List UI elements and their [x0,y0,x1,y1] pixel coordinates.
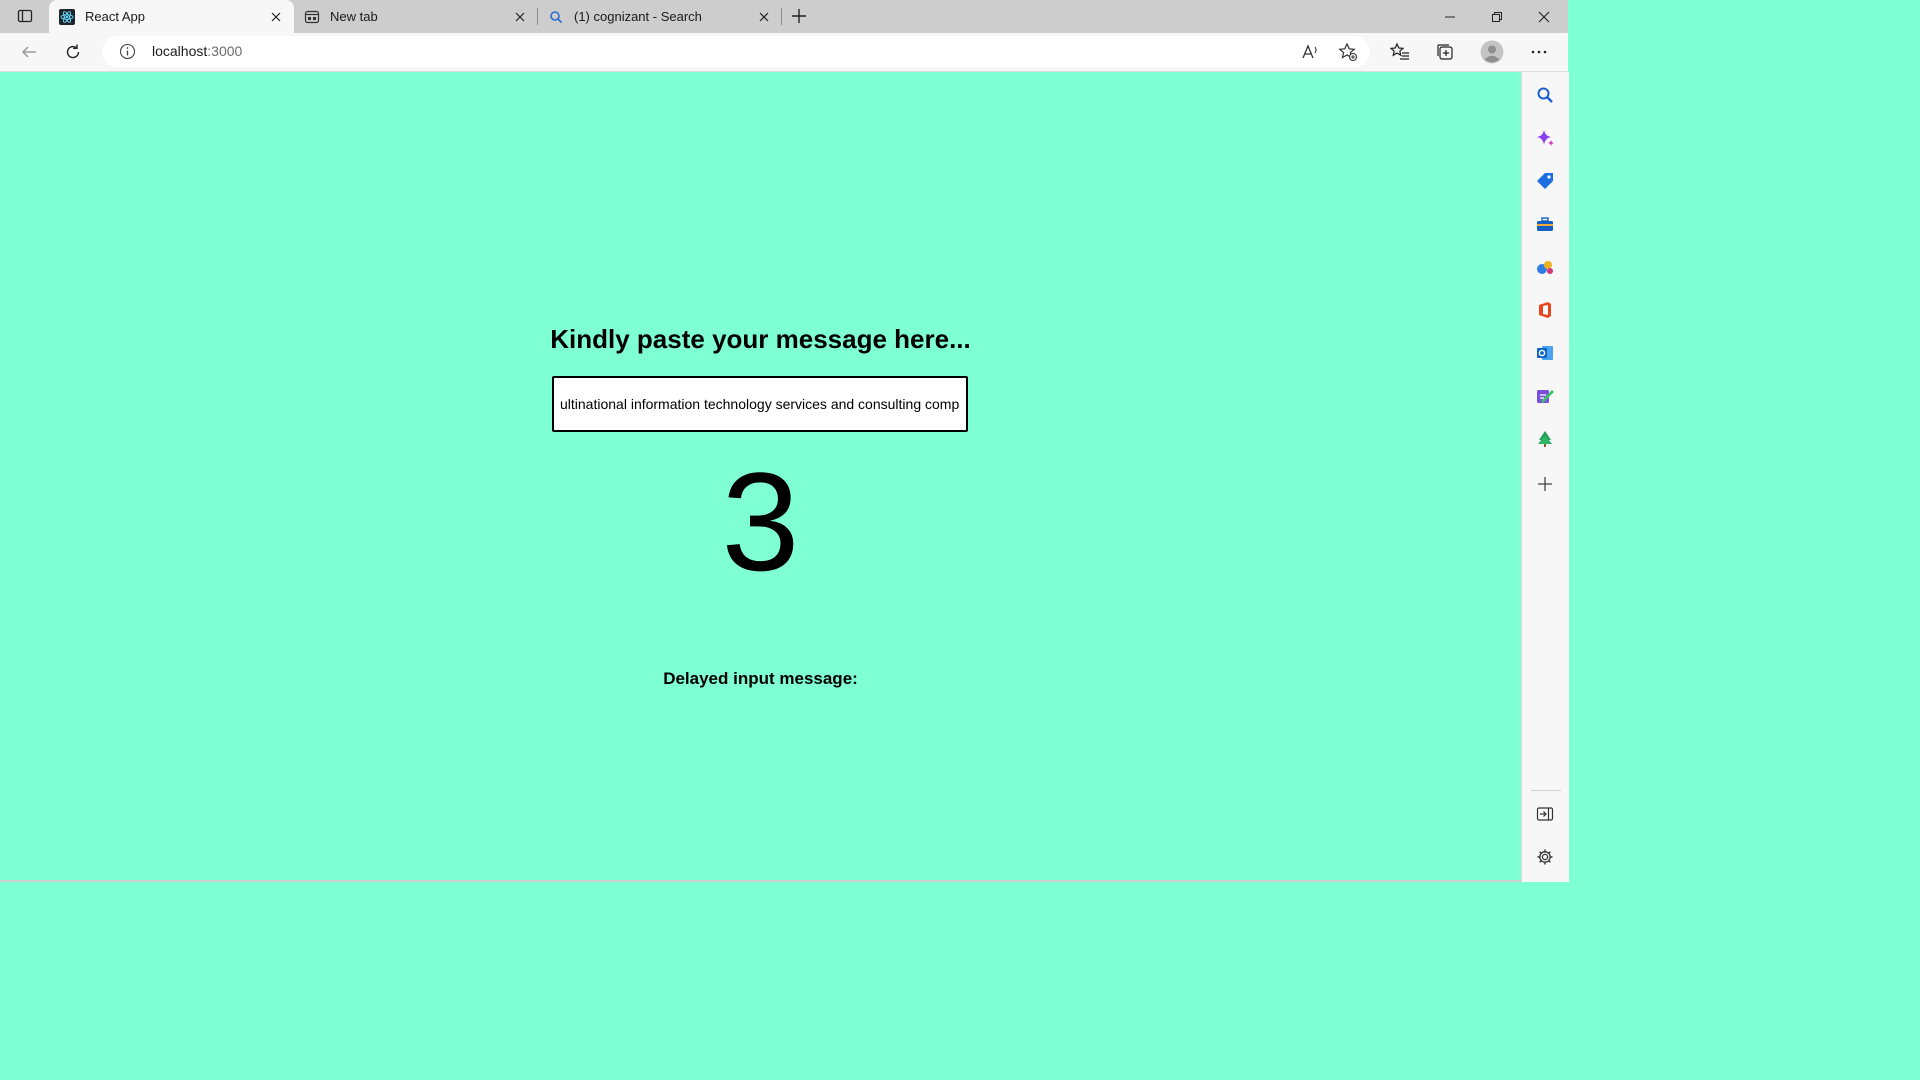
search-icon [548,9,564,25]
url-host: localhost [152,43,208,59]
sidebar-tree-button[interactable] [1531,425,1559,453]
message-input[interactable] [552,376,968,432]
counter-value: 3 [721,443,800,600]
shopping-tag-icon [1537,173,1553,189]
delayed-message-label: Delayed input message: [663,669,858,688]
url-text[interactable]: localhost:3000 [152,43,242,59]
add-favorite-icon[interactable] [1338,42,1358,67]
close-tab-icon[interactable] [512,9,528,25]
restore-button[interactable] [1474,0,1520,33]
sidebar-shopping-button[interactable] [1531,167,1559,195]
back-button[interactable] [14,37,44,67]
plus-icon [1538,477,1552,491]
more-options-icon [1531,50,1547,54]
avatar-icon [1480,40,1504,64]
close-tab-icon[interactable] [756,9,772,25]
sidebar-search-button[interactable] [1531,81,1559,109]
outlook-icon [1537,346,1553,360]
tab-strip: React App New tab (1) cognizant - Search [0,0,1568,33]
sidebar-divider [1531,790,1561,791]
page-bottom-border [0,880,1521,882]
sidebar-tools-button[interactable] [1531,210,1559,238]
collections-button[interactable] [1430,37,1460,67]
sidebar-office-button[interactable] [1531,296,1559,324]
tab-label: New tab [330,9,378,24]
tree-icon [1538,431,1552,447]
tab-new-tab[interactable]: New tab [294,0,538,33]
toolbox-icon [1537,217,1553,231]
close-tab-icon[interactable] [268,9,284,25]
favorites-button[interactable] [1385,37,1415,67]
new-tab-button[interactable] [784,1,814,31]
settings-more-button[interactable] [1524,37,1554,67]
refresh-button[interactable] [58,37,88,67]
back-arrow-icon [21,46,36,58]
sparkle-icon [1537,130,1554,146]
office-icon [1539,302,1551,318]
minimize-icon [1445,16,1455,17]
sidebar-hide-button[interactable] [1531,800,1559,828]
tab-label: React App [85,9,145,24]
hide-sidebar-icon [1536,807,1554,821]
site-info-icon[interactable] [119,43,136,65]
tab-react-app[interactable]: React App [49,0,294,33]
search-icon [1537,87,1553,103]
tab-cognizant-search[interactable]: (1) cognizant - Search [538,0,782,33]
tab-actions-button[interactable] [10,1,40,31]
new-tab-page-icon [304,9,320,25]
profile-button[interactable] [1477,37,1507,67]
sidebar-outlook-button[interactable] [1531,339,1559,367]
page-content: Kindly paste your message here... 3 Dela… [0,72,1521,882]
url-port: :3000 [207,43,243,59]
read-aloud-icon[interactable] [1300,42,1320,67]
game-pieces-icon [1537,261,1553,274]
close-icon [1538,11,1550,22]
designer-icon [1537,390,1554,403]
browser-sidebar [1521,72,1569,882]
react-logo-icon [59,8,75,25]
collections-icon [1437,44,1453,60]
tab-actions-icon [17,9,33,23]
sidebar-designer-button[interactable] [1531,382,1559,410]
gear-icon [1537,849,1553,865]
close-window-button[interactable] [1521,0,1567,33]
sidebar-settings-button[interactable] [1531,843,1559,871]
favorites-icon [1390,42,1409,60]
sidebar-copilot-button[interactable] [1531,124,1559,152]
minimize-button[interactable] [1427,0,1473,33]
page-heading: Kindly paste your message here... [550,324,971,354]
plus-icon [792,9,806,23]
browser-toolbar: localhost:3000 [0,33,1568,72]
address-bar[interactable]: localhost:3000 [102,36,1370,67]
restore-icon [1492,11,1502,22]
refresh-icon [66,44,80,59]
tab-divider [781,8,782,25]
sidebar-games-button[interactable] [1531,253,1559,281]
sidebar-add-button[interactable] [1531,470,1559,498]
tab-label: (1) cognizant - Search [574,9,702,24]
